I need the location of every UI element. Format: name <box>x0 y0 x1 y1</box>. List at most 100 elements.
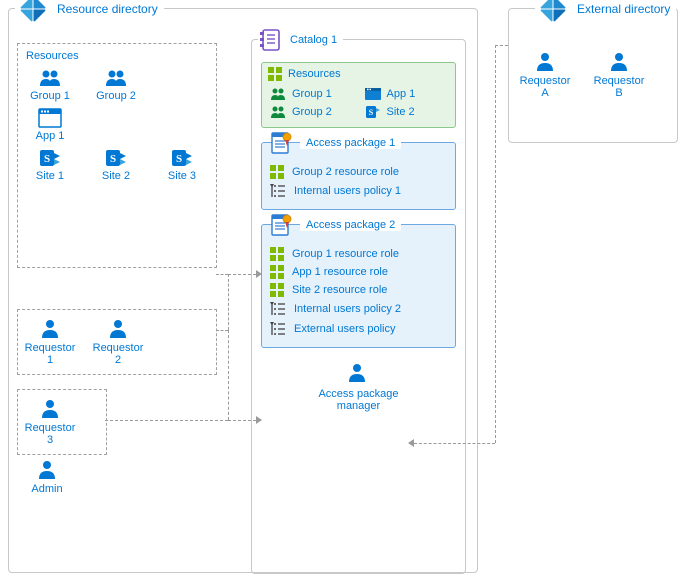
group-icon <box>270 105 286 119</box>
requestor-a: Requestor A <box>521 51 569 99</box>
pkg2-role-site2: Site 2 resource role <box>270 281 447 299</box>
pkg1-role-group2: Group 2 resource role <box>270 163 447 181</box>
resource-site-1: Site 1 <box>26 148 74 182</box>
connector-line <box>495 45 508 46</box>
resource-label: Group 1 <box>30 90 70 102</box>
access-package-2: Access package 2 Group 1 resource role A… <box>261 224 456 348</box>
requestors-panel: Requestor 1 Requestor 2 <box>17 309 217 375</box>
requestor-label: Requestor B <box>594 75 645 99</box>
catalog-res-label: Group 1 <box>292 88 332 100</box>
person-icon <box>37 459 57 481</box>
requestor-b: Requestor B <box>595 51 643 99</box>
grid-icon <box>268 67 282 81</box>
resources-label: Resources <box>26 50 208 62</box>
resource-group-1: Group 1 <box>26 68 74 102</box>
pkg2-role-group1: Group 1 resource role <box>270 245 447 263</box>
resource-label: Site 1 <box>36 170 64 182</box>
requestor-3-panel: Requestor 3 <box>17 389 107 455</box>
requestor-3: Requestor 3 <box>26 398 74 446</box>
connector-line <box>216 274 228 275</box>
catalog-header: Catalog 1 <box>258 28 343 52</box>
connector-line <box>495 45 496 443</box>
person-icon <box>535 51 555 73</box>
catalog-res-app1: App 1 <box>365 87 450 101</box>
requestor-1: Requestor 1 <box>26 318 74 366</box>
azuread-icon <box>537 0 569 25</box>
app-icon <box>38 108 62 128</box>
resource-label: Site 3 <box>168 170 196 182</box>
external-directory-header: External directory <box>535 0 676 25</box>
resource-directory: Resource directory Resources Group 1 Gro… <box>8 8 478 573</box>
access-package-2-title: Access package 2 <box>306 219 395 231</box>
grid-icon <box>270 247 284 261</box>
catalog-resources: Resources Group 1 App 1 Group 2 Site 2 <box>261 62 456 128</box>
grid-icon <box>270 265 284 279</box>
connector-line <box>414 443 495 444</box>
pkg-role-label: Group 2 resource role <box>292 166 399 178</box>
arrowhead-icon <box>256 270 262 278</box>
person-icon <box>609 51 629 73</box>
grid-icon <box>270 283 284 297</box>
resource-directory-header: Resource directory <box>15 0 164 25</box>
pkg1-policy-internal: Internal users policy 1 <box>270 181 447 201</box>
catalog-res-group1: Group 1 <box>270 87 355 101</box>
sharepoint-icon <box>38 148 62 168</box>
pkg-role-label: Site 2 resource role <box>292 284 387 296</box>
resource-label: App 1 <box>36 130 65 142</box>
arrowhead-icon <box>408 439 414 447</box>
resource-app-1: App 1 <box>26 108 74 142</box>
admin: Admin <box>17 459 77 495</box>
catalog-res-group2: Group 2 <box>270 105 355 119</box>
arrowhead-icon <box>256 416 262 424</box>
resource-directory-title: Resource directory <box>57 2 158 16</box>
requestor-label: Requestor 1 <box>25 342 76 366</box>
pkg2-policy-external: External users policy <box>270 319 447 339</box>
group-icon <box>39 68 61 88</box>
catalog-res-site2: Site 2 <box>365 105 450 119</box>
resources-panel: Resources Group 1 Group 2 App 1 Site 1 S… <box>17 43 217 268</box>
pkg-role-label: App 1 resource role <box>292 266 388 278</box>
resource-label: Site 2 <box>102 170 130 182</box>
catalog-title: Catalog 1 <box>290 34 337 46</box>
connector-line <box>228 274 256 275</box>
catalog-res-label: App 1 <box>387 88 416 100</box>
sharepoint-icon <box>170 148 194 168</box>
list-icon <box>270 321 286 337</box>
access-package-1: Access package 1 Group 2 resource role I… <box>261 142 456 210</box>
external-directory: External directory Requestor A Requestor… <box>508 8 678 143</box>
requestor-2: Requestor 2 <box>94 318 142 366</box>
package-icon <box>270 131 292 155</box>
catalog: Catalog 1 Resources Group 1 App 1 Group … <box>251 39 466 574</box>
pkg-policy-label: Internal users policy 1 <box>294 185 401 197</box>
pkg-role-label: Group 1 resource role <box>292 248 399 260</box>
catalog-resources-title: Resources <box>288 68 341 80</box>
catalog-res-label: Group 2 <box>292 106 332 118</box>
person-icon <box>40 318 60 340</box>
connector-line <box>228 330 229 420</box>
app-icon <box>365 88 381 100</box>
resource-group-2: Group 2 <box>92 68 140 102</box>
group-icon <box>270 87 286 101</box>
connector-line <box>105 420 228 421</box>
requestor-label: Requestor 2 <box>93 342 144 366</box>
person-icon <box>347 362 369 386</box>
access-package-manager-label: Access package manager <box>318 388 398 412</box>
resource-label: Group 2 <box>96 90 136 102</box>
requestor-label: Requestor A <box>520 75 571 99</box>
resource-site-2: Site 2 <box>92 148 140 182</box>
resource-site-3: Site 3 <box>158 148 206 182</box>
list-icon <box>270 301 286 317</box>
connector-line <box>228 420 256 421</box>
azuread-icon <box>17 0 49 25</box>
group-icon <box>105 68 127 88</box>
access-package-manager: Access package manager <box>318 362 398 412</box>
requestor-label: Requestor 3 <box>25 422 76 446</box>
grid-icon <box>270 165 284 179</box>
package-icon <box>270 213 292 237</box>
catalog-res-label: Site 2 <box>387 106 415 118</box>
pkg2-policy-internal: Internal users policy 2 <box>270 299 447 319</box>
catalog-icon <box>260 28 282 52</box>
pkg-policy-label: Internal users policy 2 <box>294 303 401 315</box>
person-icon <box>40 398 60 420</box>
admin-label: Admin <box>31 483 62 495</box>
